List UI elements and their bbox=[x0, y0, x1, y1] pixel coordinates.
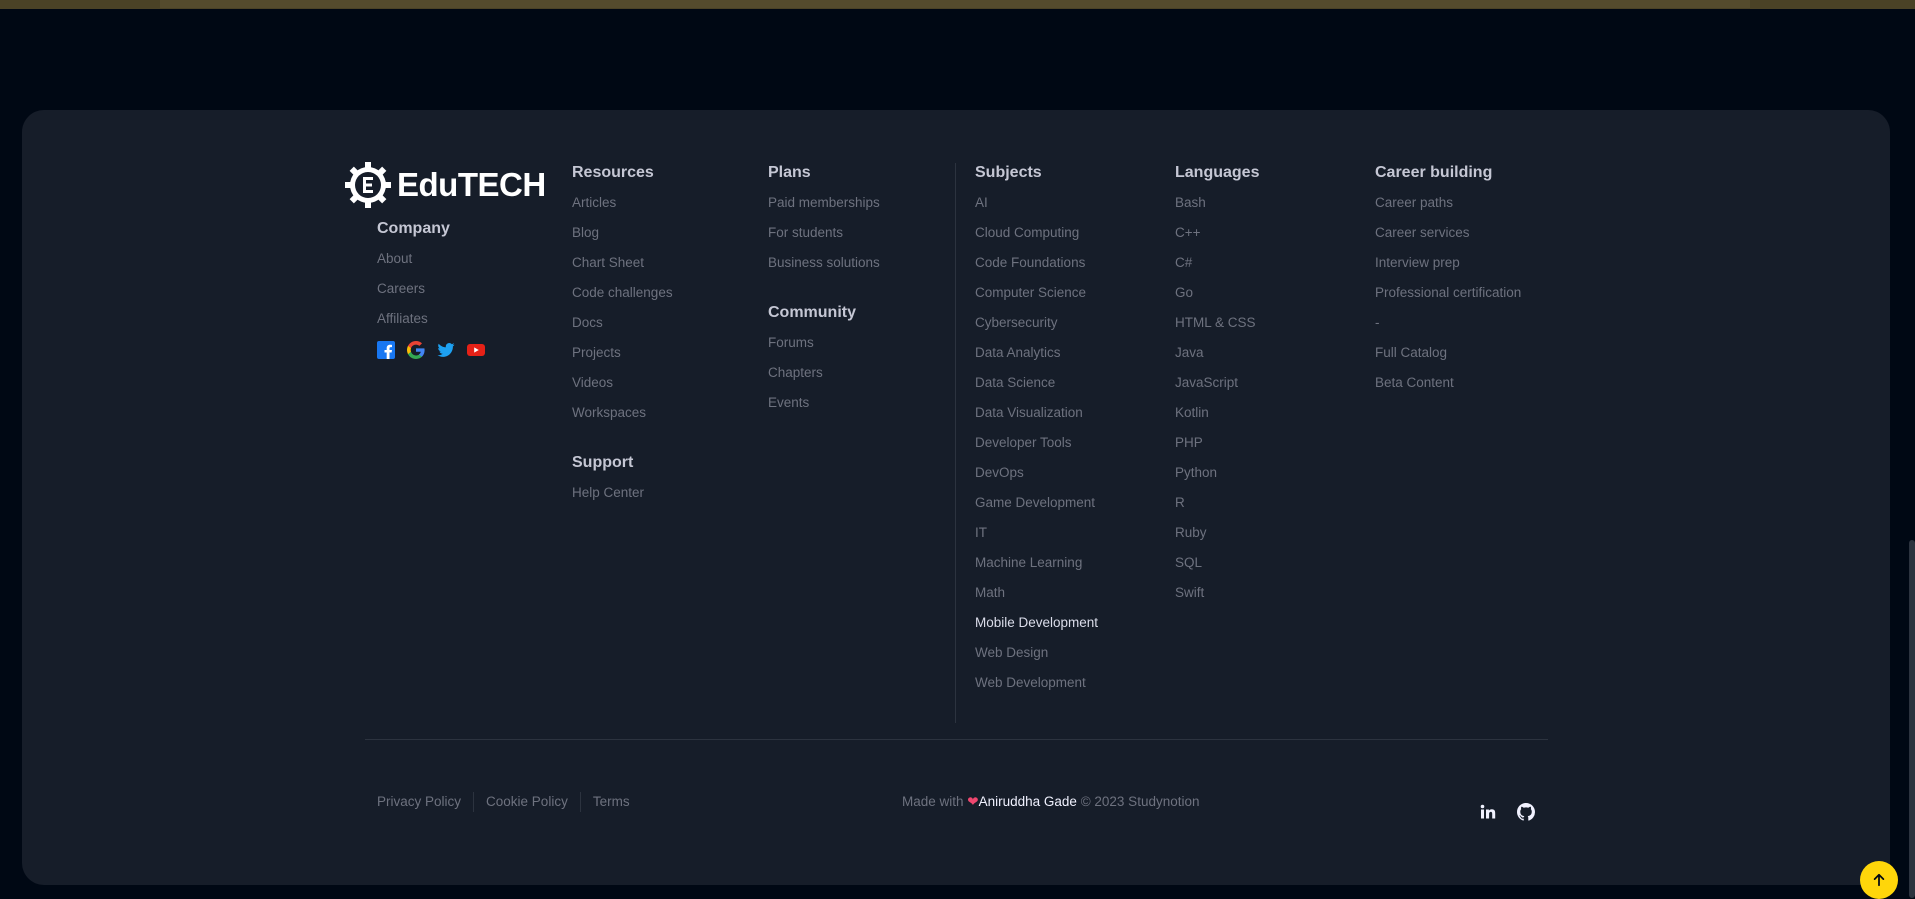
career-link[interactable]: Career services bbox=[1375, 223, 1521, 243]
resources-link[interactable]: Code challenges bbox=[572, 283, 673, 303]
twitter-icon[interactable] bbox=[437, 341, 455, 359]
language-link[interactable]: PHP bbox=[1175, 433, 1259, 453]
language-link[interactable]: SQL bbox=[1175, 553, 1259, 573]
language-link[interactable]: HTML & CSS bbox=[1175, 313, 1259, 333]
github-icon[interactable] bbox=[1517, 803, 1536, 821]
scrollbar-thumb[interactable] bbox=[1909, 540, 1915, 898]
resources-link[interactable]: Docs bbox=[572, 313, 673, 333]
career-column: Career building Career paths Career serv… bbox=[1375, 163, 1521, 393]
language-link[interactable]: Python bbox=[1175, 463, 1259, 483]
company-column: Company About Careers Affiliates bbox=[377, 219, 485, 359]
made-with-text: Made with bbox=[902, 794, 964, 809]
language-link[interactable]: C# bbox=[1175, 253, 1259, 273]
career-link[interactable]: Professional certification bbox=[1375, 283, 1521, 303]
google-icon[interactable] bbox=[407, 341, 425, 359]
language-link[interactable]: R bbox=[1175, 493, 1259, 513]
language-link[interactable]: JavaScript bbox=[1175, 373, 1259, 393]
brand-name: EduTECH bbox=[397, 166, 546, 203]
resources-heading: Resources bbox=[572, 164, 654, 181]
subject-link[interactable]: Developer Tools bbox=[975, 433, 1098, 453]
languages-column: Languages Bash C++ C# Go HTML & CSS Java… bbox=[1175, 163, 1259, 603]
company-link-careers[interactable]: Careers bbox=[377, 279, 485, 299]
subject-link-active[interactable]: Mobile Development bbox=[975, 613, 1098, 633]
company-link-affiliates[interactable]: Affiliates bbox=[377, 309, 485, 329]
language-link[interactable]: Go bbox=[1175, 283, 1259, 303]
subject-link[interactable]: Code Foundations bbox=[975, 253, 1098, 273]
language-link[interactable]: Kotlin bbox=[1175, 403, 1259, 423]
resources-link[interactable]: Projects bbox=[572, 343, 673, 363]
career-link[interactable]: Beta Content bbox=[1375, 373, 1521, 393]
subject-link[interactable]: Web Development bbox=[975, 673, 1098, 693]
privacy-policy-link[interactable]: Privacy Policy bbox=[377, 792, 473, 812]
column-divider bbox=[955, 163, 956, 723]
company-heading: Company bbox=[377, 220, 450, 237]
contact-icons bbox=[1479, 803, 1536, 821]
resources-link[interactable]: Blog bbox=[572, 223, 673, 243]
top-edge-inner bbox=[160, 0, 1750, 8]
subject-link[interactable]: Machine Learning bbox=[975, 553, 1098, 573]
footer-panel bbox=[22, 110, 1890, 885]
plans-link[interactable]: For students bbox=[768, 223, 880, 243]
subject-link[interactable]: DevOps bbox=[975, 463, 1098, 483]
gear-logo-icon bbox=[345, 162, 391, 208]
subject-link[interactable]: Computer Science bbox=[975, 283, 1098, 303]
legal-links: Privacy Policy Cookie Policy Terms bbox=[377, 792, 642, 812]
social-icons bbox=[377, 341, 485, 359]
community-link[interactable]: Events bbox=[768, 393, 880, 413]
language-link[interactable]: Swift bbox=[1175, 583, 1259, 603]
support-link-help-center[interactable]: Help Center bbox=[572, 483, 673, 503]
heart-icon: ❤ bbox=[967, 794, 979, 809]
plans-link[interactable]: Business solutions bbox=[768, 253, 880, 273]
company-link-about[interactable]: About bbox=[377, 249, 485, 269]
language-link[interactable]: Java bbox=[1175, 343, 1259, 363]
resources-link[interactable]: Articles bbox=[572, 193, 673, 213]
youtube-icon[interactable] bbox=[467, 341, 485, 359]
language-link[interactable]: Bash bbox=[1175, 193, 1259, 213]
resources-link[interactable]: Workspaces bbox=[572, 403, 673, 423]
made-with-credit: Made with ❤Aniruddha Gade © 2023 Studyno… bbox=[902, 792, 1200, 812]
career-separator: - bbox=[1375, 315, 1380, 330]
subject-link[interactable]: Data Visualization bbox=[975, 403, 1098, 423]
community-heading: Community bbox=[768, 304, 856, 321]
subject-link[interactable]: AI bbox=[975, 193, 1098, 213]
subject-link[interactable]: Data Science bbox=[975, 373, 1098, 393]
linkedin-icon[interactable] bbox=[1479, 803, 1497, 821]
subject-link[interactable]: Math bbox=[975, 583, 1098, 603]
footer-divider bbox=[365, 739, 1548, 740]
back-to-top-button[interactable] bbox=[1860, 861, 1898, 899]
language-link[interactable]: Ruby bbox=[1175, 523, 1259, 543]
top-edge bbox=[0, 0, 1915, 10]
subject-link[interactable]: Data Analytics bbox=[975, 343, 1098, 363]
resources-column: Resources Articles Blog Chart Sheet Code… bbox=[572, 163, 673, 503]
facebook-icon[interactable] bbox=[377, 341, 395, 359]
career-link[interactable]: Full Catalog bbox=[1375, 343, 1521, 363]
subject-link[interactable]: Game Development bbox=[975, 493, 1098, 513]
career-link[interactable]: Career paths bbox=[1375, 193, 1521, 213]
community-link[interactable]: Chapters bbox=[768, 363, 880, 383]
subject-link[interactable]: Cybersecurity bbox=[975, 313, 1098, 333]
resources-link[interactable]: Videos bbox=[572, 373, 673, 393]
author-name[interactable]: Aniruddha Gade bbox=[979, 794, 1077, 809]
resources-link[interactable]: Chart Sheet bbox=[572, 253, 673, 273]
subject-link[interactable]: Cloud Computing bbox=[975, 223, 1098, 243]
arrow-up-icon bbox=[1873, 873, 1885, 887]
subject-link[interactable]: Web Design bbox=[975, 643, 1098, 663]
career-heading: Career building bbox=[1375, 164, 1493, 181]
community-link[interactable]: Forums bbox=[768, 333, 880, 353]
languages-heading: Languages bbox=[1175, 164, 1260, 181]
brand-logo[interactable]: EduTECH bbox=[345, 162, 546, 208]
plans-column: Plans Paid memberships For students Busi… bbox=[768, 163, 880, 413]
subjects-column: Subjects AI Cloud Computing Code Foundat… bbox=[975, 163, 1098, 693]
plans-heading: Plans bbox=[768, 164, 811, 181]
language-link[interactable]: C++ bbox=[1175, 223, 1259, 243]
subjects-heading: Subjects bbox=[975, 164, 1042, 181]
cookie-policy-link[interactable]: Cookie Policy bbox=[474, 792, 580, 812]
copyright-text: © 2023 Studynotion bbox=[1080, 794, 1200, 809]
career-link[interactable]: Interview prep bbox=[1375, 253, 1521, 273]
subject-link[interactable]: IT bbox=[975, 523, 1098, 543]
terms-link[interactable]: Terms bbox=[581, 792, 642, 812]
plans-link[interactable]: Paid memberships bbox=[768, 193, 880, 213]
support-heading: Support bbox=[572, 454, 634, 471]
